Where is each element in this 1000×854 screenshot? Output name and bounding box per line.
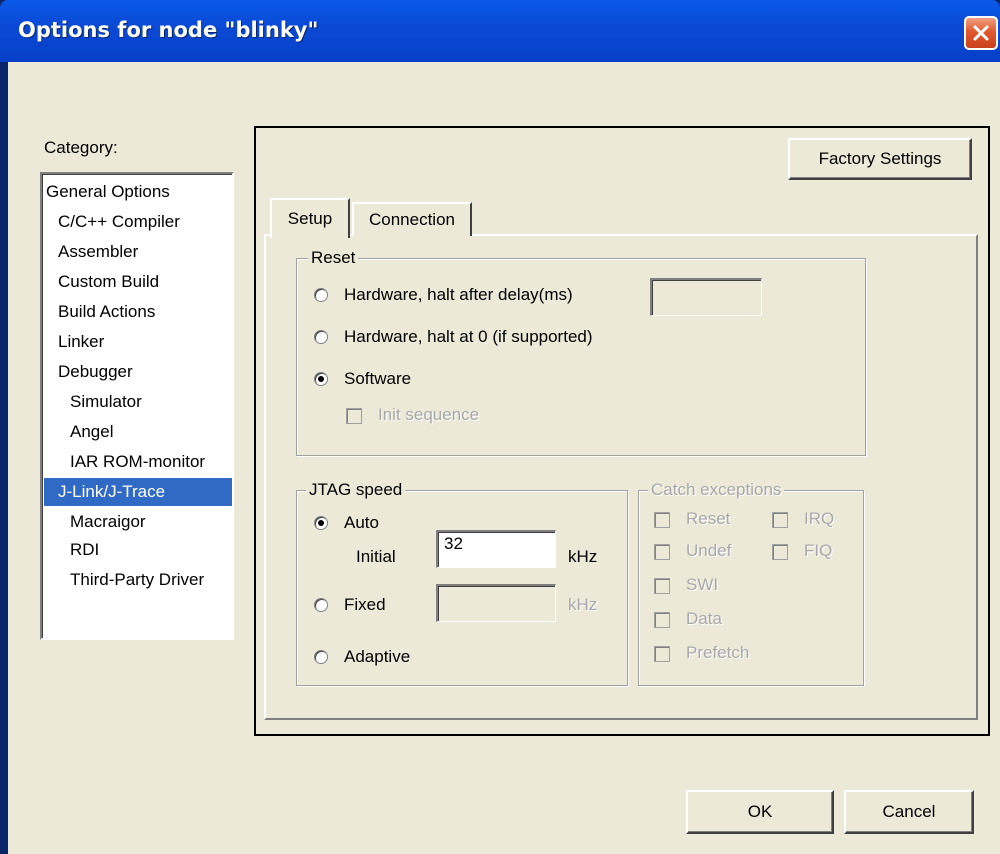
category-item-iar-rom-monitor[interactable]: IAR ROM-monitor: [70, 448, 205, 476]
catch-reset-label: Reset: [686, 509, 731, 528]
catch-exceptions-title: Catch exceptions: [648, 480, 785, 500]
category-item-general-options[interactable]: General Options: [44, 178, 170, 206]
category-item-angel[interactable]: Angel: [70, 418, 113, 446]
window-title: Options for node "blinky": [18, 18, 319, 42]
jtag-auto-label[interactable]: Auto: [344, 513, 379, 533]
ok-button[interactable]: OK: [686, 790, 834, 834]
title-bar[interactable]: Options for node "blinky": [0, 0, 1000, 62]
reset-delay-radio[interactable]: [314, 288, 328, 302]
jtag-fixed-label[interactable]: Fixed: [344, 595, 386, 615]
category-item-custom-build[interactable]: Custom Build: [58, 268, 159, 296]
category-item-macraigor[interactable]: Macraigor: [70, 508, 146, 536]
category-label: Category:: [44, 138, 118, 157]
init-sequence-label: Init sequence: [378, 405, 480, 424]
catch-data-checkbox[interactable]: [654, 612, 670, 628]
jtag-fixed-unit: kHz: [568, 595, 598, 614]
tab-connection[interactable]: Connection: [352, 202, 472, 236]
jtag-auto-radio[interactable]: [314, 516, 328, 530]
close-icon: [973, 25, 989, 41]
reset-halt0-radio[interactable]: [314, 330, 328, 344]
jtag-initial-unit: kHz: [568, 547, 598, 566]
catch-fiq-label: FIQ: [804, 541, 833, 560]
catch-undef-label: Undef: [686, 541, 732, 560]
catch-fiq-checkbox[interactable]: [772, 544, 788, 560]
category-item-debugger[interactable]: Debugger: [58, 358, 133, 386]
category-item-simulator[interactable]: Simulator: [70, 388, 142, 416]
reset-delay-label[interactable]: Hardware, halt after delay(ms): [344, 285, 573, 305]
reset-group-title: Reset: [308, 248, 359, 268]
tab-setup[interactable]: Setup: [270, 198, 350, 238]
jtag-adaptive-radio[interactable]: [314, 650, 328, 664]
category-item-linker[interactable]: Linker: [58, 328, 104, 356]
jtag-initial-input[interactable]: 32: [436, 530, 556, 568]
catch-irq-checkbox[interactable]: [772, 512, 788, 528]
init-sequence-checkbox[interactable]: [346, 408, 362, 424]
catch-prefetch-checkbox[interactable]: [654, 646, 670, 662]
jtag-initial-label: Initial: [356, 547, 396, 566]
catch-prefetch-label: Prefetch: [686, 643, 750, 662]
close-button[interactable]: [964, 16, 998, 50]
category-item-third-party-driver[interactable]: Third-Party Driver: [70, 566, 204, 594]
catch-swi-checkbox[interactable]: [654, 578, 670, 594]
category-item-c-compiler[interactable]: C/C++ Compiler: [58, 208, 180, 236]
factory-settings-button[interactable]: Factory Settings: [788, 138, 972, 180]
catch-reset-checkbox[interactable]: [654, 512, 670, 528]
catch-swi-label: SWI: [686, 575, 719, 594]
cancel-button[interactable]: Cancel: [844, 790, 974, 834]
reset-software-radio[interactable]: [314, 372, 328, 386]
category-list[interactable]: General Options C/C++ Compiler Assembler…: [40, 172, 234, 640]
jtag-adaptive-label[interactable]: Adaptive: [344, 647, 410, 667]
catch-undef-checkbox[interactable]: [654, 544, 670, 560]
jtag-fixed-radio[interactable]: [314, 598, 328, 612]
reset-halt0-label[interactable]: Hardware, halt at 0 (if supported): [344, 327, 593, 347]
category-item-build-actions[interactable]: Build Actions: [58, 298, 155, 326]
delay-input[interactable]: [650, 278, 762, 316]
dialog-window: Options for node "blinky" Category: Gene…: [0, 0, 1000, 854]
category-item-jlink-jtrace[interactable]: J-Link/J-Trace: [44, 478, 232, 506]
category-item-rdi[interactable]: RDI: [70, 536, 99, 564]
jtag-speed-title: JTAG speed: [306, 480, 406, 500]
reset-software-label[interactable]: Software: [344, 369, 411, 389]
category-item-assembler[interactable]: Assembler: [58, 238, 138, 266]
catch-irq-label: IRQ: [804, 509, 835, 528]
jtag-fixed-input[interactable]: [436, 584, 556, 622]
catch-data-label: Data: [686, 609, 722, 628]
